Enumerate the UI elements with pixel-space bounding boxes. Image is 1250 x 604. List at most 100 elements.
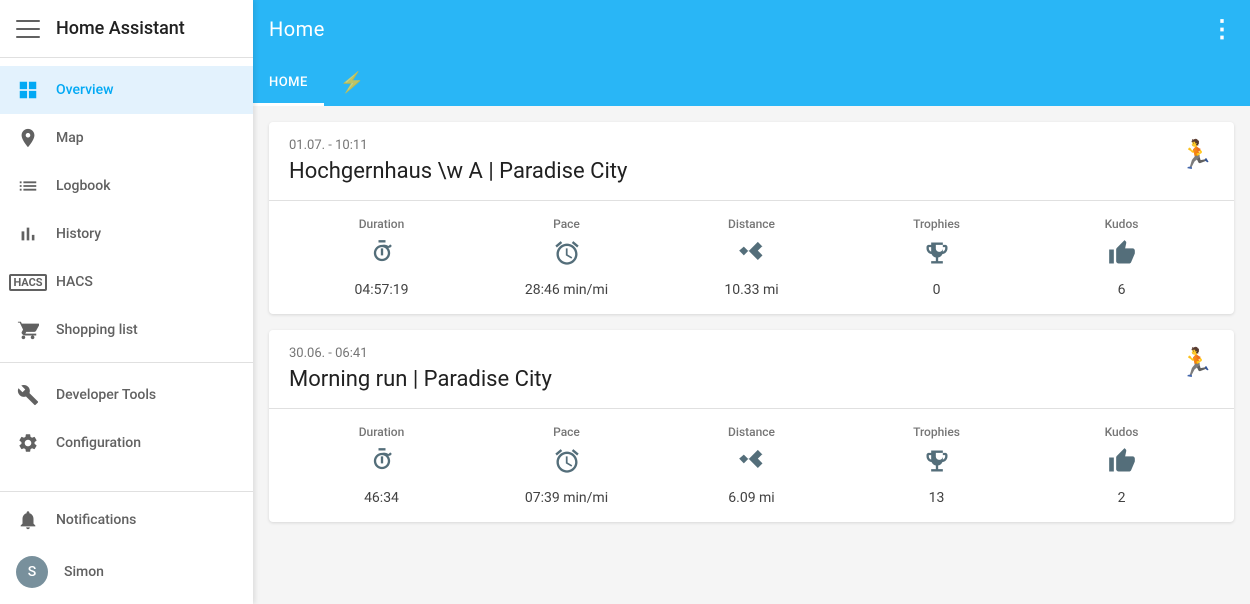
stat-pace-label-1: Pace (553, 217, 580, 231)
sidebar: Home Assistant Overview Map (0, 0, 253, 604)
sidebar-item-hacs-label: HACS (56, 274, 93, 290)
duration-icon-1 (368, 239, 396, 274)
stat-pace-value-1: 28:46 min/mi (525, 282, 608, 298)
gear-icon (16, 431, 40, 455)
sidebar-item-user[interactable]: S Simon (0, 544, 253, 600)
main-content: Home ⋮ HOME ⚡ 01.07. - 10:11 Hochgernhau… (253, 0, 1250, 604)
tab-bar: HOME ⚡ (253, 58, 1250, 106)
nav-divider-1 (0, 362, 253, 363)
distance-icon-1 (738, 239, 766, 274)
logbook-icon (16, 174, 40, 198)
tab-home-label: HOME (269, 75, 308, 90)
activity-info-1: 01.07. - 10:11 Hochgernhaus \w A | Parad… (289, 138, 627, 184)
stat-pace-1: Pace 28:46 min/mi (474, 217, 659, 298)
map-icon (16, 126, 40, 150)
stat-trophies-label-1: Trophies (913, 217, 960, 231)
pace-icon-2 (553, 447, 581, 482)
sidebar-item-notifications[interactable]: Notifications (0, 496, 253, 544)
activity-date-2: 30.06. - 06:41 (289, 346, 552, 361)
stat-trophies-label-2: Trophies (913, 425, 960, 439)
activity-title-1: Hochgernhaus \w A | Paradise City (289, 159, 627, 184)
user-name: Simon (64, 564, 104, 580)
sidebar-footer: Notifications S Simon (0, 491, 253, 604)
stat-duration-value-1: 04:57:19 (355, 282, 409, 298)
sidebar-item-map[interactable]: Map (0, 114, 253, 162)
bell-icon (16, 508, 40, 532)
activity-info-2: 30.06. - 06:41 Morning run | Paradise Ci… (289, 346, 552, 392)
stat-kudos-2: Kudos 2 (1029, 425, 1214, 506)
stat-duration-label-1: Duration (359, 217, 405, 231)
activity-card-1[interactable]: 01.07. - 10:11 Hochgernhaus \w A | Parad… (269, 122, 1234, 314)
stat-duration-2: Duration 46:34 (289, 425, 474, 506)
stat-pace-2: Pace 07:39 min/mi (474, 425, 659, 506)
kudos-icon-1 (1108, 239, 1136, 274)
sidebar-item-map-label: Map (56, 130, 84, 146)
sidebar-item-shopping-list[interactable]: Shopping list (0, 306, 253, 354)
kudos-icon-2 (1108, 447, 1136, 482)
trophy-icon-1 (923, 239, 951, 274)
sidebar-item-developer-tools-label: Developer Tools (56, 387, 156, 403)
topbar: Home ⋮ (253, 0, 1250, 58)
activity-stats-2: Duration 46:34 Pace 07:39 min/mi Distanc… (269, 409, 1234, 522)
stat-duration-label-2: Duration (359, 425, 405, 439)
page-title: Home (269, 17, 325, 41)
sidebar-item-history[interactable]: History (0, 210, 253, 258)
stat-distance-2: Distance 6.09 mi (659, 425, 844, 506)
more-options-icon[interactable]: ⋮ (1210, 17, 1234, 41)
sidebar-item-overview[interactable]: Overview (0, 66, 253, 114)
trophy-icon-2 (923, 447, 951, 482)
tab-home[interactable]: HOME (253, 58, 324, 106)
stat-distance-value-2: 6.09 mi (728, 490, 774, 506)
stat-kudos-label-1: Kudos (1105, 217, 1139, 231)
grid-icon (16, 78, 40, 102)
hacs-icon: HACS (16, 270, 40, 294)
lightning-icon: ⚡ (340, 70, 365, 94)
sidebar-item-history-label: History (56, 226, 101, 242)
sidebar-item-developer-tools[interactable]: Developer Tools (0, 371, 253, 419)
activity-stats-1: Duration 04:57:19 Pace 28:46 min/mi Dist… (269, 201, 1234, 314)
distance-icon-2 (738, 447, 766, 482)
activity-card-2[interactable]: 30.06. - 06:41 Morning run | Paradise Ci… (269, 330, 1234, 522)
sidebar-item-notifications-label: Notifications (56, 512, 136, 528)
cart-icon (16, 318, 40, 342)
stat-kudos-1: Kudos 6 (1029, 217, 1214, 298)
sidebar-nav: Overview Map Logbook (0, 58, 253, 491)
sidebar-header: Home Assistant (0, 0, 253, 58)
sidebar-item-logbook-label: Logbook (56, 178, 111, 194)
stat-distance-label-2: Distance (728, 425, 775, 439)
activity-header-1: 01.07. - 10:11 Hochgernhaus \w A | Parad… (269, 122, 1234, 201)
stat-kudos-value-2: 2 (1118, 490, 1126, 506)
stat-distance-value-1: 10.33 mi (724, 282, 778, 298)
stat-trophies-2: Trophies 13 (844, 425, 1029, 506)
app-title: Home Assistant (56, 18, 185, 39)
stat-trophies-value-1: 0 (933, 282, 941, 298)
stat-distance-label-1: Distance (728, 217, 775, 231)
sidebar-item-hacs[interactable]: HACS HACS (0, 258, 253, 306)
stat-trophies-value-2: 13 (929, 490, 945, 506)
pace-icon-1 (553, 239, 581, 274)
tab-lightning[interactable]: ⚡ (324, 58, 381, 106)
hamburger-menu-icon[interactable] (16, 20, 40, 38)
activity-title-2: Morning run | Paradise City (289, 367, 552, 392)
sidebar-item-configuration[interactable]: Configuration (0, 419, 253, 467)
activity-run-icon-2: 🏃 (1179, 346, 1214, 379)
stat-distance-1: Distance 10.33 mi (659, 217, 844, 298)
history-icon (16, 222, 40, 246)
stat-trophies-1: Trophies 0 (844, 217, 1029, 298)
stat-kudos-label-2: Kudos (1105, 425, 1139, 439)
activity-date-1: 01.07. - 10:11 (289, 138, 627, 153)
user-avatar: S (16, 556, 48, 588)
sidebar-item-shopping-list-label: Shopping list (56, 322, 138, 338)
content-area: 01.07. - 10:11 Hochgernhaus \w A | Parad… (253, 106, 1250, 604)
sidebar-item-configuration-label: Configuration (56, 435, 141, 451)
duration-icon-2 (368, 447, 396, 482)
wrench-icon (16, 383, 40, 407)
stat-duration-1: Duration 04:57:19 (289, 217, 474, 298)
stat-pace-value-2: 07:39 min/mi (525, 490, 608, 506)
stat-kudos-value-1: 6 (1118, 282, 1126, 298)
sidebar-item-logbook[interactable]: Logbook (0, 162, 253, 210)
activity-header-2: 30.06. - 06:41 Morning run | Paradise Ci… (269, 330, 1234, 409)
stat-pace-label-2: Pace (553, 425, 580, 439)
activity-run-icon-1: 🏃 (1179, 138, 1214, 171)
stat-duration-value-2: 46:34 (364, 490, 399, 506)
